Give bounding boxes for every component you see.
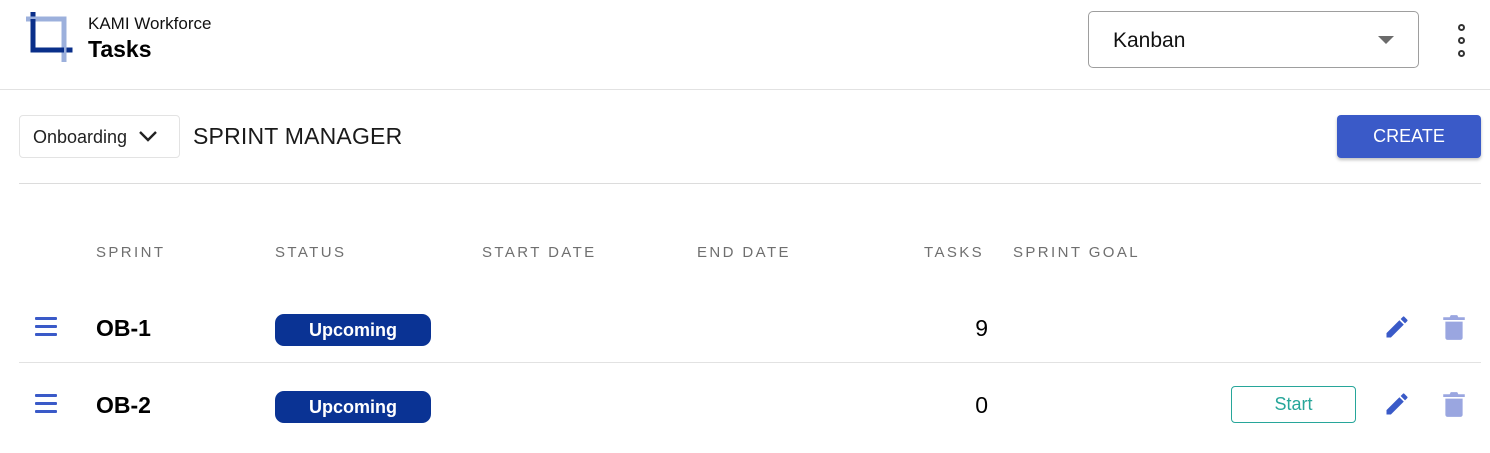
column-header-status: STATUS	[275, 244, 347, 261]
sprint-toolbar: Onboarding SPRINT MANAGER CREATE	[19, 90, 1481, 184]
column-header-sprint-goal: SPRINT GOAL	[1013, 244, 1140, 261]
drag-handle-icon[interactable]	[35, 394, 57, 414]
crop-icon	[26, 12, 73, 62]
app-name: KAMI Workforce	[88, 14, 212, 33]
drag-handle-icon[interactable]	[35, 317, 57, 337]
sprint-name[interactable]: OB-2	[96, 392, 151, 419]
trash-icon[interactable]	[1441, 390, 1467, 418]
section-title: SPRINT MANAGER	[193, 123, 403, 149]
project-select-value: Onboarding	[33, 127, 128, 147]
app-header: KAMI Workforce Tasks Kanban	[0, 0, 1490, 90]
view-select[interactable]: Kanban	[1088, 11, 1419, 68]
sprint-name[interactable]: OB-1	[96, 315, 151, 342]
caret-down-icon	[1378, 36, 1394, 44]
task-count: 9	[975, 315, 988, 341]
column-header-sprint: SPRINT	[96, 244, 166, 261]
pencil-icon[interactable]	[1383, 390, 1411, 418]
view-select-value: Kanban	[1113, 29, 1186, 52]
table-row: OB-1 Upcoming 9	[19, 293, 1481, 363]
more-vertical-icon[interactable]	[1450, 24, 1474, 58]
chevron-down-icon	[139, 131, 157, 142]
start-sprint-button[interactable]: Start	[1231, 386, 1356, 423]
pencil-icon[interactable]	[1383, 313, 1411, 341]
page-title: Tasks	[88, 36, 152, 62]
task-count: 0	[975, 392, 988, 418]
trash-icon[interactable]	[1441, 313, 1467, 341]
column-header-start-date: START DATE	[482, 244, 597, 261]
column-header-end-date: END DATE	[697, 244, 791, 261]
status-badge: Upcoming	[275, 314, 431, 346]
column-header-tasks: TASKS	[924, 244, 985, 261]
project-select[interactable]: Onboarding	[19, 115, 180, 158]
status-badge: Upcoming	[275, 391, 431, 423]
create-button[interactable]: CREATE	[1337, 115, 1481, 158]
table-row: OB-2 Upcoming 0 Start	[19, 370, 1481, 440]
